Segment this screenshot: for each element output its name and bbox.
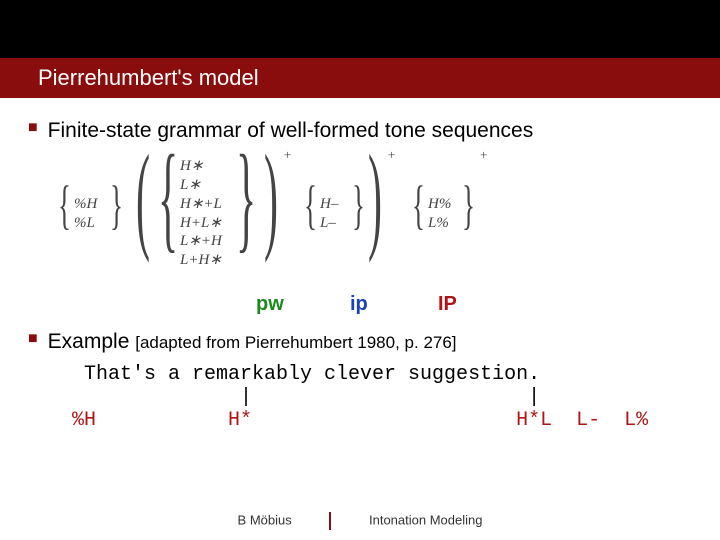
label-pw: pw: [256, 293, 284, 316]
footer-author: B Möbius: [238, 512, 292, 527]
plus-sup-1: +: [284, 147, 291, 163]
slide-title: Pierrehumbert's model: [38, 65, 259, 91]
example-sentence: That's a remarkably clever suggestion.: [84, 363, 696, 386]
col1-items: %H %L: [74, 195, 97, 233]
col2-items: H∗ L∗ H∗+L H+L∗ L∗+H L+H∗: [180, 157, 222, 270]
bullet-2-text: Example [adapted from Pierrehumbert 1980…: [48, 327, 457, 356]
level-labels: pw ip IP: [54, 293, 696, 321]
footer-divider: [329, 512, 331, 530]
footer-topic: Intonation Modeling: [369, 512, 482, 527]
header-black-bar: [0, 0, 720, 58]
plus-sup-3: +: [480, 147, 487, 163]
label-IP: IP: [438, 293, 457, 316]
example-citation: [adapted from Pierrehumbert 1980, p. 276…: [135, 333, 456, 352]
bullet-icon: ■: [28, 327, 38, 351]
plus-sup-2: +: [388, 147, 395, 163]
content-area: ■ Finite-state grammar of well-formed to…: [0, 98, 720, 432]
example-tone-tier: %H H* H*L L- L%: [60, 409, 696, 432]
bullet-icon: ■: [28, 116, 38, 140]
bullet-row-1: ■ Finite-state grammar of well-formed to…: [24, 116, 696, 145]
col4-items: H% L%: [428, 195, 451, 233]
label-ip: ip: [350, 293, 368, 316]
tone-grammar-formula: { %H %L } ( { H∗ L∗ H∗+L H+L∗ L∗+H L+H∗ …: [54, 151, 696, 289]
col3-items: H– L–: [320, 195, 338, 233]
bullet-row-2: ■ Example [adapted from Pierrehumbert 19…: [24, 327, 696, 356]
title-bar: Pierrehumbert's model: [0, 58, 720, 98]
bullet-1-text: Finite-state grammar of well-formed tone…: [48, 116, 534, 145]
example-lead: Example: [48, 330, 136, 353]
footer: B Möbius Intonation Modeling: [0, 512, 720, 530]
example-alignment-bars: | |: [84, 386, 696, 409]
